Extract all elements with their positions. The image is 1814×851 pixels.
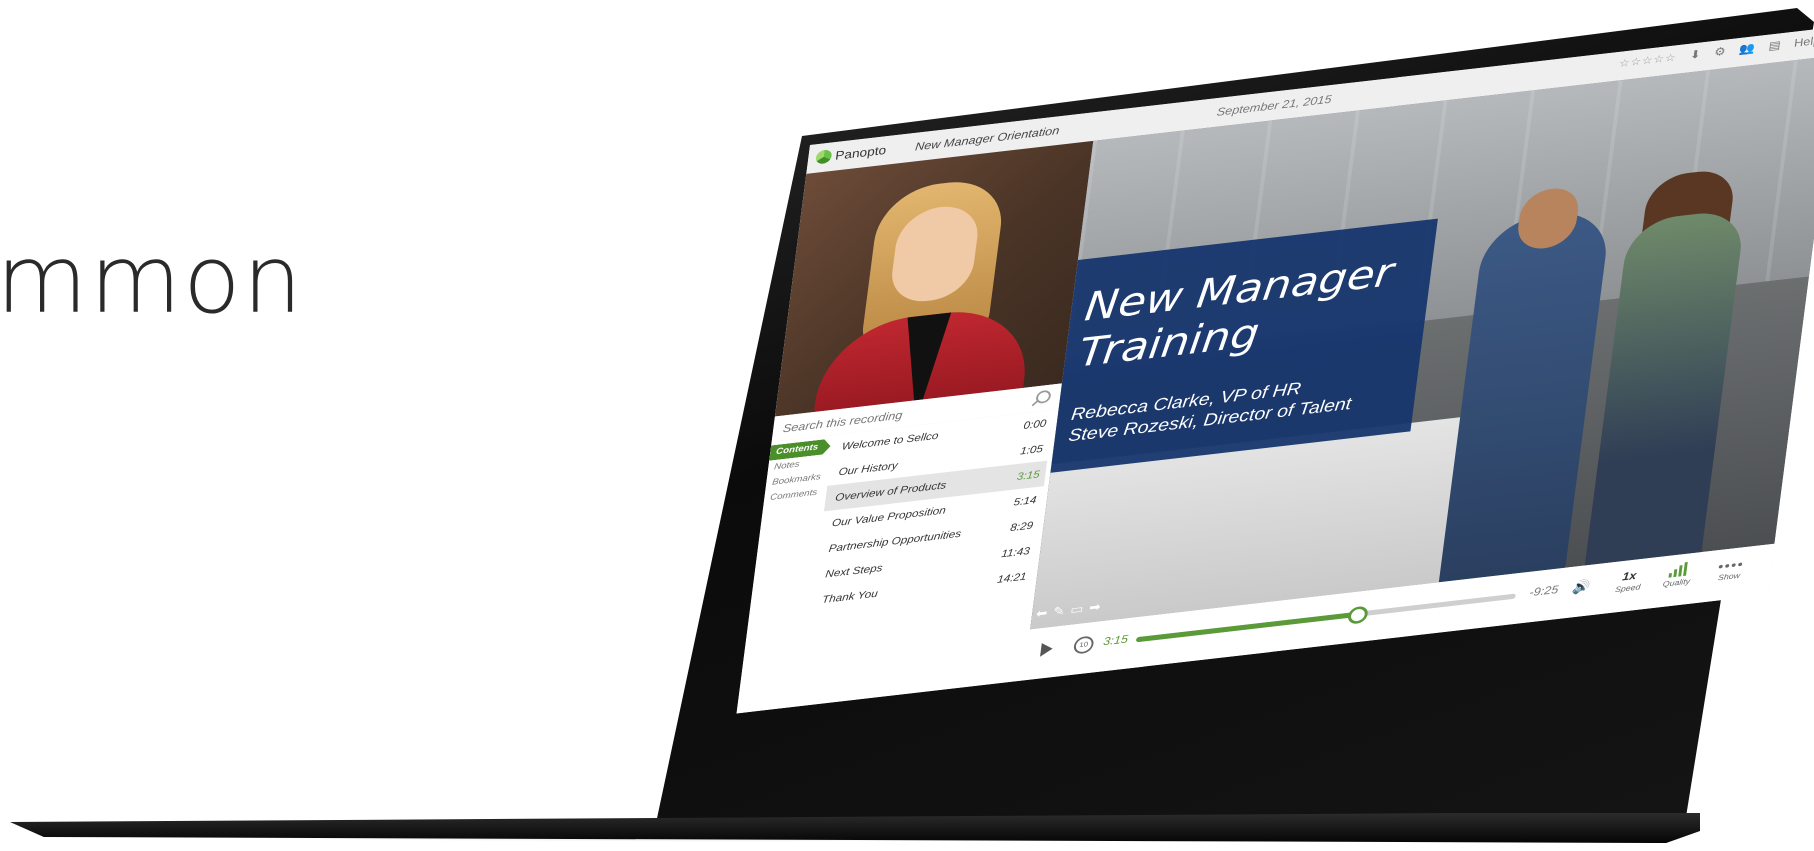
slide-title: New Manager Training [1076, 247, 1411, 376]
brand-name: Panopto [834, 142, 888, 163]
users-icon[interactable]: 👥 [1738, 41, 1756, 56]
contents-item-time: 8:29 [1009, 519, 1034, 534]
progress-fill [1135, 611, 1357, 643]
back-icon[interactable]: ⬅ [1035, 605, 1048, 621]
side-tabs: Contents Notes Bookmarks Comments [763, 438, 831, 506]
download-icon[interactable]: ⬇ [1689, 47, 1701, 62]
settings-icon[interactable]: ⚙ [1713, 45, 1727, 60]
progress-handle[interactable] [1347, 605, 1369, 625]
panopto-player-window: Panopto New Manager Orientation Septembe… [736, 26, 1814, 714]
panopto-logo[interactable]: Panopto [815, 143, 887, 165]
speed-button[interactable]: 1x Speed [1606, 566, 1652, 595]
panopto-logo-icon [815, 149, 833, 165]
contents-item-time: 5:14 [1012, 493, 1038, 509]
presenter-video[interactable] [774, 140, 1094, 417]
forward-icon[interactable]: ➡ [1088, 599, 1101, 615]
rewind-icon[interactable]: 10 [1072, 635, 1095, 655]
rating-stars[interactable]: ☆☆☆☆☆ [1618, 51, 1677, 69]
play-icon[interactable] [1040, 641, 1054, 657]
contents-list: Welcome to Sellco 0:00 Our History 1:05 Ov… [811, 410, 1054, 614]
elapsed-time: 3:15 [1102, 632, 1129, 648]
contents-item-time: 11:43 [1000, 544, 1031, 560]
contents-item-time: 3:15 [1016, 468, 1041, 483]
search-icon[interactable] [1035, 389, 1052, 405]
slide-presenters: Rebecca Clarke, VP of HR Steve Rozeski, … [1067, 368, 1396, 448]
help-menu[interactable]: Help ▾ [1793, 33, 1814, 51]
contents-item-title: Thank You [821, 587, 879, 606]
contents-item-time: 1:05 [1019, 442, 1044, 458]
contents-item-time: 14:21 [996, 570, 1028, 586]
contents-item-time: 0:00 [1022, 416, 1048, 432]
main-video[interactable]: New Manager Training Rebecca Clarke, VP … [1030, 55, 1814, 630]
show-button[interactable]: Show [1707, 555, 1753, 584]
quality-button[interactable]: Quality [1655, 561, 1701, 590]
caption-icon[interactable]: ▭ [1070, 601, 1085, 617]
pen-icon[interactable]: ✎ [1052, 603, 1065, 619]
contents-panel: Contents Notes Bookmarks Comments Welcom… [736, 408, 1059, 714]
volume-icon[interactable]: 🔊 [1571, 578, 1591, 596]
layout-icon[interactable]: ▤ [1768, 38, 1782, 53]
remaining-time: -9:25 [1528, 582, 1560, 599]
laptop-screen-area: Panopto New Manager Orientation Septembe… [0, 0, 1814, 851]
